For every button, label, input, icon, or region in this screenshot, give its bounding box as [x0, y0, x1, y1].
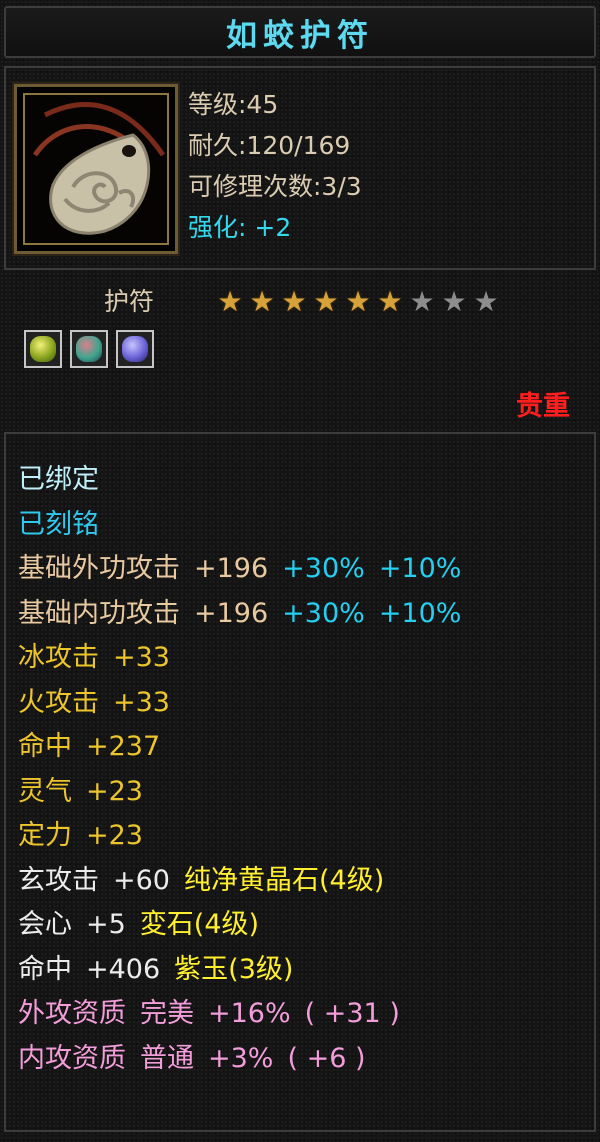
title-bar: 如蛟护符: [4, 6, 596, 58]
durability-stat: 耐久:120/169: [188, 131, 351, 160]
attr-hit: 命中 +237: [18, 731, 161, 762]
attr-ice: 冰攻击 +33: [18, 642, 170, 673]
star-empty-icon: ★: [441, 285, 467, 318]
attr-fire: 火攻击 +33: [18, 686, 170, 718]
item-title: 如蛟护符: [226, 17, 374, 54]
repairs-stat: 可修理次数:3/3: [188, 172, 362, 201]
attr-ext-attack: 基础外功攻击 +196 +30% +10%: [18, 553, 462, 584]
level-stat: 等级:45: [188, 90, 279, 119]
star-rating: ★ ★ ★ ★ ★ ★ ★ ★ ★: [216, 288, 500, 316]
star-filled-icon: ★: [377, 285, 403, 318]
mixed-gem-icon[interactable]: [70, 330, 108, 368]
item-header: 等级:45 耐久:120/169 可修理次数:3/3 强化: +2: [4, 66, 596, 270]
gem-slots: [24, 330, 154, 368]
enhance-stat: 强化: +2: [188, 213, 292, 242]
attr-hit-gem: 命中 +406 紫玉(3级): [18, 953, 294, 985]
star-filled-icon: ★: [249, 285, 275, 318]
engraved-status: 已刻铭: [18, 508, 99, 540]
item-stats: 等级:45 耐久:120/169 可修理次数:3/3 强化: +2: [188, 84, 362, 248]
attr-spirit: 灵气 +23: [18, 775, 143, 807]
item-tooltip: 如蛟护符 等级:45 耐久:120/169 可修理次数:3/3 强化: +2 护…: [0, 0, 600, 1142]
purple-gem-icon[interactable]: [116, 330, 154, 368]
attr-int-quality: 内攻资质 普通 +3%( +6 ): [18, 1042, 366, 1074]
bound-status: 已绑定: [18, 464, 99, 495]
item-type: 护符: [104, 287, 155, 316]
attr-mystic: 玄攻击 +60 纯净黄晶石(4级): [18, 864, 385, 896]
amulet-icon: [23, 93, 169, 245]
attr-focus: 定力 +23: [18, 820, 143, 851]
rarity-label: 贵重: [516, 391, 570, 422]
yellow-gem-icon[interactable]: [24, 330, 62, 368]
item-icon-frame: [12, 82, 180, 256]
star-filled-icon: ★: [217, 285, 243, 318]
star-filled-icon: ★: [281, 285, 307, 318]
attr-ext-quality: 外攻资质 完美 +16%( +31 ): [18, 998, 400, 1029]
star-empty-icon: ★: [409, 285, 435, 318]
star-filled-icon: ★: [345, 285, 371, 318]
star-filled-icon: ★: [313, 285, 339, 318]
attribute-panel: 已绑定 已刻铭 基础外功攻击 +196 +30% +10% 基础内功攻击 +196 +30…: [4, 432, 596, 1132]
attr-int-attack: 基础内功攻击 +196 +30% +10%: [18, 597, 462, 629]
star-empty-icon: ★: [473, 285, 499, 318]
attr-crit: 会心 +5 変石(4级): [18, 909, 260, 940]
